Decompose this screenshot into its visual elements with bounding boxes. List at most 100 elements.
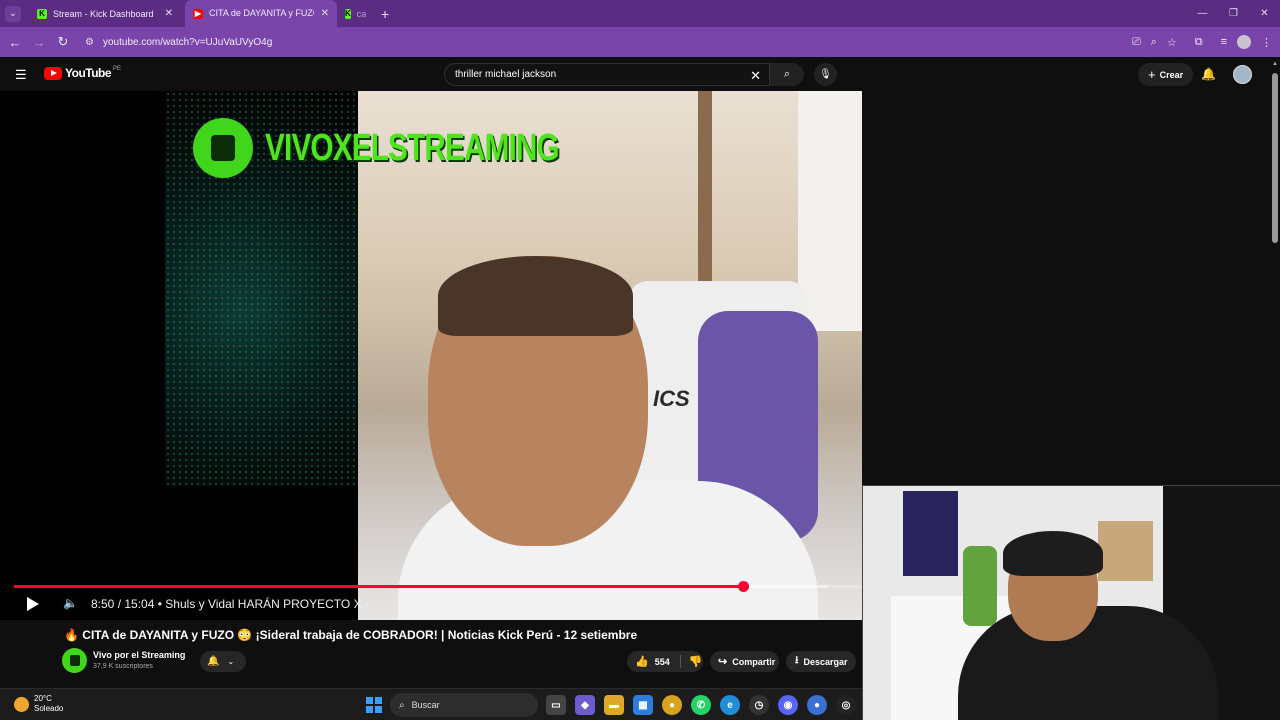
webcam-person-hair — [1003, 531, 1103, 576]
chapter-title[interactable]: Shuls y Vidal HARÁN PROYECTO X — [165, 597, 361, 611]
create-button[interactable]: + Crear — [1138, 63, 1194, 86]
page-scrollbar[interactable]: ▲ — [1271, 61, 1280, 251]
download-button[interactable]: ⭳ Descargar — [786, 651, 856, 672]
extensions-icon[interactable]: ⧉ — [1195, 36, 1203, 49]
channel-avatar[interactable] — [62, 648, 87, 673]
play-button[interactable] — [27, 597, 39, 611]
browser-menu-icon[interactable]: ⋮ — [1261, 36, 1272, 49]
webcam-bottle — [963, 546, 997, 626]
subscription-notifications-button[interactable]: 🔔 ⌄ — [200, 651, 246, 672]
tab-title: Stream - Kick Dashboard — [53, 8, 154, 19]
search-button[interactable]: ⌕ — [770, 63, 804, 86]
zoom-icon[interactable]: ⌕ — [1151, 36, 1157, 49]
profile-avatar[interactable] — [1237, 35, 1251, 49]
browser-tab-kick-dashboard[interactable]: K Stream - Kick Dashboard ✕ — [29, 0, 181, 27]
search-input[interactable]: thriller michael jackson ✕ — [444, 63, 770, 86]
like-count[interactable]: 554 — [655, 657, 670, 667]
bookmark-star-icon[interactable]: ☆ — [1167, 36, 1177, 49]
whatsapp-icon[interactable]: ✆ — [691, 695, 711, 715]
close-window-icon[interactable]: ✕ — [1249, 0, 1280, 27]
bell-icon: 🔔 — [207, 656, 220, 667]
site-info-icon[interactable]: ⚙ — [85, 37, 97, 48]
search-query: thriller michael jackson — [455, 69, 557, 80]
browser-tab-kick[interactable]: K ca — [337, 0, 373, 27]
plus-icon: + — [1148, 67, 1156, 82]
tab-title: CITA de DAYANITA y FUZO 🔥 — [209, 8, 314, 18]
like-divider — [679, 655, 681, 668]
discord-icon[interactable]: ◉ — [778, 695, 798, 715]
taskbar-search-label: Buscar — [411, 700, 440, 710]
media-icon[interactable]: ≡ — [1221, 36, 1227, 48]
chrome-profile-icon[interactable]: ● — [807, 695, 827, 715]
scroll-up-icon[interactable]: ▲ — [1272, 61, 1278, 67]
played-bar — [14, 585, 744, 588]
clock-app-icon[interactable]: ◷ — [749, 695, 769, 715]
address-bar: ← → ↻ ⚙ youtube.com/watch?v=UJuVaUVyO4g … — [0, 27, 1280, 57]
microsoft-store-icon[interactable]: ▦ — [633, 695, 653, 715]
task-view-icon[interactable]: ▭ — [546, 695, 566, 715]
chrome-icon[interactable]: ● — [662, 695, 682, 715]
file-explorer-icon[interactable]: ▬ — [604, 695, 624, 715]
account-avatar[interactable] — [1233, 65, 1252, 84]
channel-logo-icon — [193, 118, 253, 178]
sun-icon — [14, 696, 29, 712]
close-tab-icon[interactable]: ✕ — [321, 8, 329, 19]
obs-icon[interactable]: ◎ — [836, 695, 856, 715]
weather-condition: Soleado — [34, 704, 64, 713]
kick-icon: K — [345, 8, 351, 19]
edge-icon[interactable]: e — [720, 695, 740, 715]
youtube-logo[interactable]: YouTube PE — [44, 66, 121, 80]
taskbar-apps: ▭ ◆ ▬ ▦ ● ✆ e ◷ ◉ ● ◎ — [546, 695, 856, 715]
url-field[interactable]: ⚙ youtube.com/watch?v=UJuVaUVyO4g — [79, 31, 1079, 53]
notifications-bell-icon[interactable]: 🔔 — [1201, 67, 1216, 81]
youtube-icon: ▶ — [193, 8, 203, 19]
channel-name[interactable]: Vivo por el Streaming — [93, 650, 185, 660]
share-icon: ↪ — [718, 656, 728, 668]
restore-icon[interactable]: ❐ — [1218, 0, 1249, 27]
youtube-header: ☰ YouTube PE thriller michael jackson ✕ … — [0, 57, 1280, 91]
webcam-bag — [1098, 521, 1153, 581]
copilot-icon[interactable]: ◆ — [575, 695, 595, 715]
window-controls: — ❐ ✕ — [1187, 0, 1280, 27]
dislike-icon[interactable]: 👎 — [689, 655, 703, 668]
back-icon[interactable]: ← — [3, 35, 27, 50]
cast-icon[interactable]: ⎚ — [1132, 36, 1141, 49]
volume-icon[interactable]: 🔈 — [63, 596, 78, 610]
close-tab-icon[interactable]: ✕ — [165, 8, 173, 19]
temperature: 20°C — [34, 694, 52, 703]
like-icon[interactable]: 👍 — [635, 655, 649, 668]
video-progress-bar[interactable] — [14, 581, 862, 592]
kick-icon: K — [37, 8, 47, 19]
tab-search-button[interactable]: ⌄ — [5, 5, 21, 22]
windows-start-icon[interactable] — [366, 697, 382, 713]
browser-tab-strip: ⌄ K Stream - Kick Dashboard ✕ ▶ CITA de … — [0, 0, 1280, 27]
hamburger-menu-icon[interactable]: ☰ — [15, 67, 27, 83]
video-scene-chair-lettering: ICS — [653, 386, 690, 411]
download-label: Descargar — [803, 656, 848, 667]
share-button[interactable]: ↪ Compartir — [710, 651, 779, 672]
time-total: 15:04 — [124, 597, 155, 611]
youtube-wordmark: YouTube — [65, 66, 112, 80]
clear-search-icon[interactable]: ✕ — [750, 68, 761, 84]
video-player[interactable]: ICS VIVOXELSTREAMING 🔈 8:50 / 15:04 • Sh… — [0, 91, 862, 620]
url-text: youtube.com/watch?v=UJuVaUVyO4g — [103, 36, 273, 48]
video-title: 🔥 CITA de DAYANITA y FUZO 😳 ¡Sideral tra… — [64, 628, 638, 642]
new-tab-button[interactable]: + — [381, 6, 389, 22]
download-icon: ⭳ — [795, 655, 799, 666]
video-scene-post — [698, 91, 712, 291]
chevron-down-icon: ⌄ — [227, 657, 235, 666]
webcam-overlay — [862, 485, 1280, 720]
webcam-poster — [903, 491, 958, 576]
forward-icon[interactable]: → — [27, 35, 51, 50]
chapter-chevron-icon[interactable]: › — [365, 597, 369, 611]
microphone-icon: 🎙 — [819, 69, 832, 80]
like-dislike-group: 👍 554 👎 — [627, 651, 703, 672]
minimize-icon[interactable]: — — [1187, 0, 1218, 27]
tab-title: ca — [356, 8, 367, 19]
browser-tab-youtube[interactable]: ▶ CITA de DAYANITA y FUZO 🔥 ✕ — [185, 0, 337, 27]
reload-icon[interactable]: ↻ — [51, 34, 75, 50]
weather-widget[interactable]: 20°C Soleado — [14, 694, 63, 714]
voice-search-button[interactable]: 🎙 — [814, 63, 837, 86]
scrollbar-thumb[interactable] — [1272, 73, 1278, 243]
taskbar-search[interactable]: ⌕ Buscar — [390, 693, 538, 717]
